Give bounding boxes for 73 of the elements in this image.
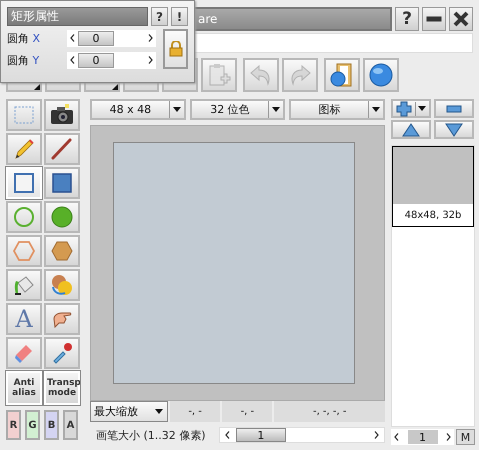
caret-icon (155, 409, 163, 414)
triangle-up-icon (402, 122, 420, 136)
mode-button[interactable]: M (456, 429, 475, 445)
chevron-right-icon[interactable] (148, 56, 153, 64)
chevron-right-icon[interactable] (374, 431, 379, 439)
filled-circle-icon (50, 205, 74, 229)
chevron-left-icon[interactable] (394, 433, 399, 441)
spinner-thumb[interactable]: 0 (78, 30, 114, 46)
status-cell: -, - (170, 401, 220, 422)
chevron-left-icon[interactable] (70, 34, 75, 42)
hexagon-icon (12, 239, 36, 263)
channel-button[interactable]: B (44, 410, 59, 440)
popup-title-button[interactable]: ! (171, 7, 188, 26)
chevron-right-icon[interactable] (446, 433, 451, 441)
globe-icon (368, 62, 394, 88)
status-cell: -, - (222, 401, 272, 422)
format-dropdown[interactable]: 32 位色 (190, 99, 286, 120)
status-cell: -, -, -, - (274, 401, 385, 422)
slider-thumb[interactable]: 1 (236, 428, 286, 442)
pen-size-slider[interactable]: 1 (219, 427, 385, 443)
plus-icon (396, 100, 412, 116)
caret-icon (272, 107, 280, 112)
format-dropdown[interactable]: 48 x 48 (90, 99, 186, 120)
triangle-down-icon (445, 122, 463, 136)
close-button[interactable] (449, 7, 473, 31)
lock-button[interactable] (163, 29, 188, 69)
spinner-field[interactable]: 0 (67, 52, 156, 68)
caret-icon (172, 107, 181, 112)
field-label: 圆角 X (7, 30, 42, 46)
popup-title-button[interactable]: ? (151, 7, 168, 26)
rectangle-icon (12, 171, 36, 195)
caret-icon (418, 106, 426, 111)
spinner-thumb[interactable]: 0 (78, 52, 114, 68)
popup-title: 矩形属性 (7, 7, 148, 26)
camera-icon (50, 103, 74, 127)
tool-button[interactable]: A (6, 303, 42, 335)
filled-rectangle-icon (50, 171, 74, 195)
chevron-right-icon[interactable] (148, 34, 153, 42)
image-button[interactable] (434, 99, 474, 118)
caret-icon (372, 107, 380, 112)
tool-button[interactable] (44, 167, 80, 199)
image-thumbnail[interactable]: 48x48, 32b (392, 146, 474, 227)
page-slider[interactable]: 1 (391, 429, 454, 445)
color-swap-icon (50, 273, 74, 297)
spinner-field[interactable]: 0 (67, 30, 156, 46)
tool-button[interactable] (44, 99, 80, 131)
channel-button[interactable]: R (6, 410, 21, 440)
minus-icon (446, 104, 462, 112)
help-button[interactable]: ? (395, 7, 419, 31)
tool-button[interactable] (44, 133, 80, 165)
format-dropdown[interactable]: 图标 (289, 99, 386, 120)
toggle-button[interactable]: Transp mode (44, 371, 80, 405)
chevron-left-icon[interactable] (70, 56, 75, 64)
circle-icon (12, 205, 36, 229)
line-icon (50, 137, 74, 161)
minimize-button[interactable] (422, 7, 446, 31)
slider-thumb[interactable]: 1 (408, 430, 438, 444)
image-button[interactable] (391, 99, 431, 118)
toolbar-button[interactable] (363, 58, 399, 92)
field-label: 圆角 Y (7, 52, 40, 68)
pen-size-label: 画笔大小 (1..32 像素) (95, 428, 206, 442)
close-icon (453, 11, 469, 27)
image-button[interactable] (391, 120, 431, 139)
channel-button[interactable]: A (63, 410, 78, 440)
toolbar-button[interactable] (324, 58, 360, 92)
toggle-button[interactable]: Anti alias (6, 371, 42, 405)
minimize-icon (426, 16, 442, 22)
image-button[interactable] (434, 120, 474, 139)
chevron-left-icon[interactable] (225, 431, 230, 439)
filled-hexagon-icon (50, 239, 74, 263)
zoom-dropdown[interactable]: 最大缩放 (90, 401, 168, 422)
padlock-icon (168, 41, 182, 57)
channel-button[interactable]: G (25, 410, 40, 440)
